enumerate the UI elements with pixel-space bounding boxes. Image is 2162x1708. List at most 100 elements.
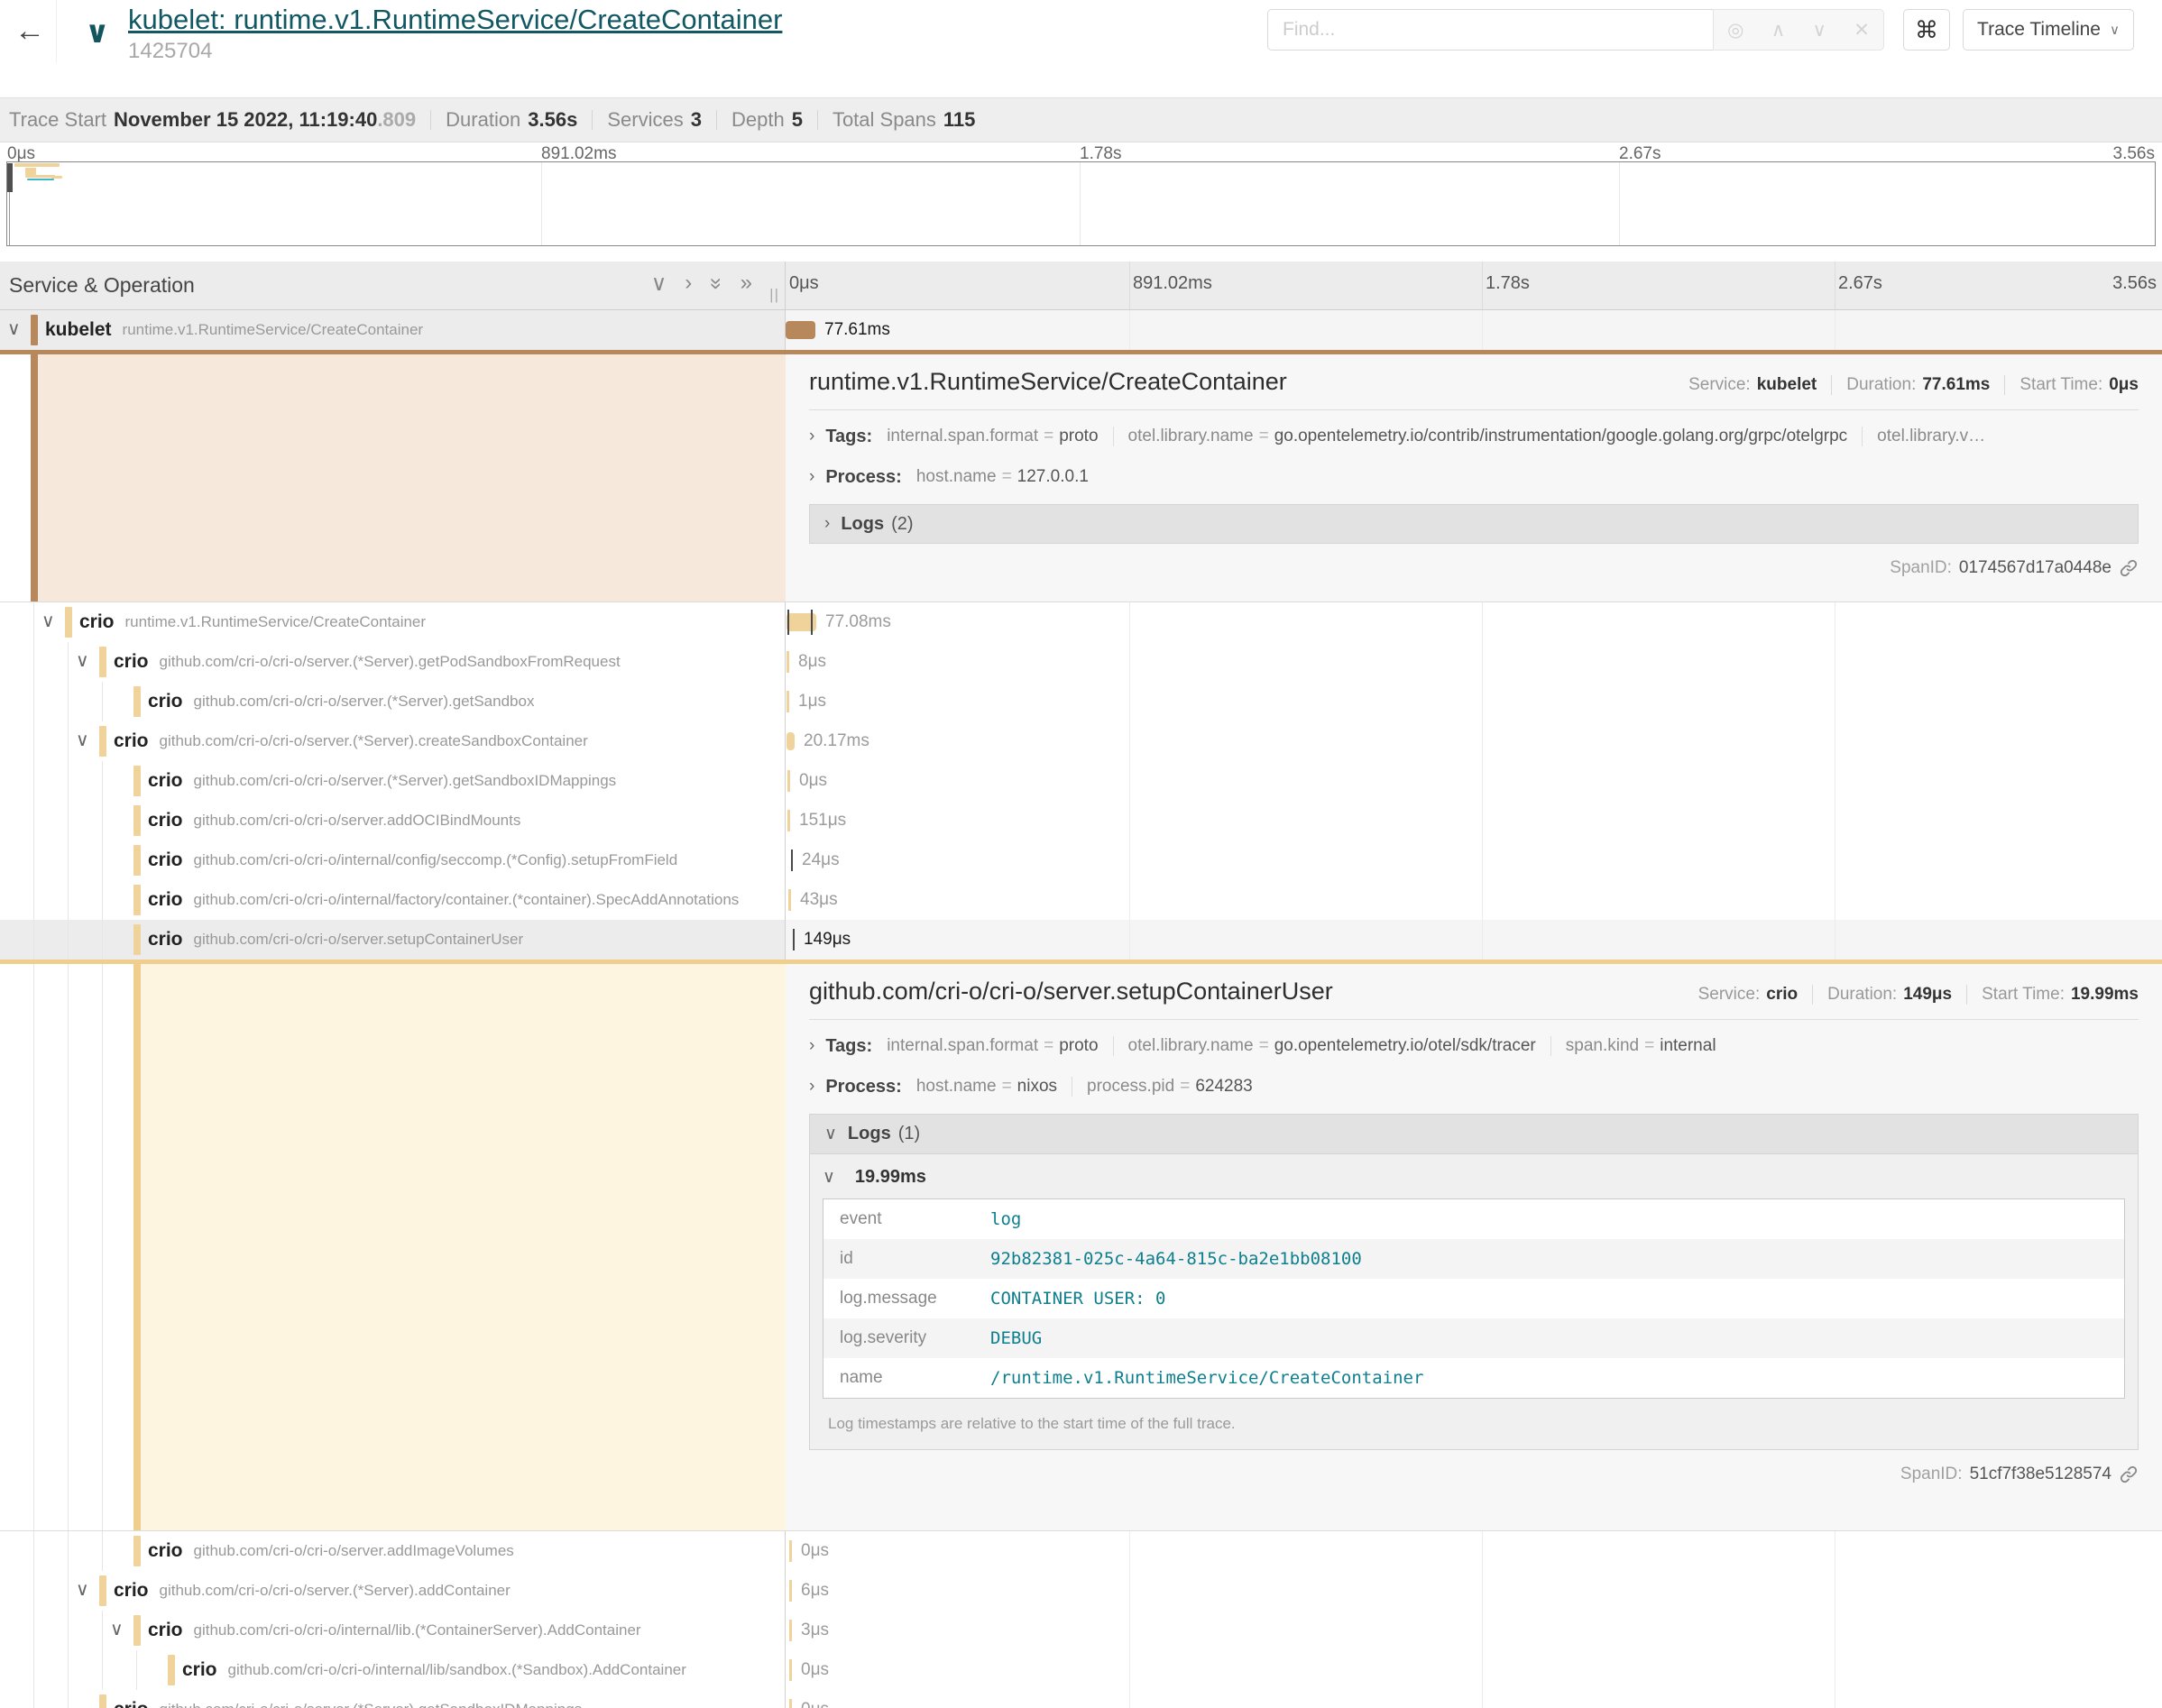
keyboard-shortcuts-button[interactable]: ⌘ xyxy=(1903,9,1950,51)
span-name-cell[interactable]: criogithub.com/cri-o/cri-o/internal/conf… xyxy=(0,840,786,880)
view-selector-button[interactable]: Trace Timeline ∨ xyxy=(1963,9,2134,51)
span-name-cell[interactable]: ∨crioruntime.v1.RuntimeService/CreateCon… xyxy=(0,602,786,642)
span-row[interactable]: criogithub.com/cri-o/cri-o/internal/conf… xyxy=(0,840,2162,880)
span-name-cell[interactable]: ∨criogithub.com/cri-o/cri-o/internal/lib… xyxy=(0,1611,786,1650)
tag-item: otel.library.name=go.opentelemetry.io/ot… xyxy=(1114,1036,1551,1056)
chevron-right-icon: › xyxy=(809,427,814,446)
copy-link-icon[interactable] xyxy=(2119,558,2139,578)
timeline-gridline xyxy=(1482,642,1483,682)
tags-accordion[interactable]: › Tags: internal.span.format=protootel.l… xyxy=(809,422,2139,451)
span-row[interactable]: ∨criogithub.com/cri-o/cri-o/internal/lib… xyxy=(0,1611,2162,1650)
span-duration-bar[interactable] xyxy=(787,770,790,792)
span-duration-bar[interactable] xyxy=(789,1580,792,1602)
span-name-cell[interactable]: criogithub.com/cri-o/cri-o/internal/fact… xyxy=(0,880,786,920)
next-result-icon[interactable]: ∨ xyxy=(1813,19,1826,41)
process-accordion[interactable]: › Process: host.name=nixosprocess.pid=62… xyxy=(809,1072,2139,1101)
span-name-cell[interactable]: criogithub.com/cri-o/cri-o/server.addOCI… xyxy=(0,801,786,840)
span-duration-bar[interactable] xyxy=(789,1540,792,1562)
span-timeline-cell[interactable]: 43μs xyxy=(786,880,2162,920)
trace-start-ms: .809 xyxy=(377,108,416,132)
expand-chevron-icon[interactable]: ∨ xyxy=(76,1578,89,1601)
collapse-one-icon[interactable]: ∨ xyxy=(651,271,667,297)
span-name-cell[interactable]: criogithub.com/cri-o/cri-o/server.addIma… xyxy=(0,1531,786,1571)
span-duration-bar[interactable] xyxy=(789,1620,792,1641)
spanid-label: SpanID: xyxy=(1900,1465,1963,1484)
span-row[interactable]: criogithub.com/cri-o/cri-o/server.(*Serv… xyxy=(0,761,2162,801)
span-timeline-cell[interactable]: 151μs xyxy=(786,801,2162,840)
clear-search-icon[interactable]: ✕ xyxy=(1854,19,1870,41)
span-name-cell[interactable]: criogithub.com/cri-o/cri-o/server.(*Serv… xyxy=(0,682,786,721)
span-timeline-cell[interactable]: 8μs xyxy=(786,642,2162,682)
span-name-cell[interactable]: criogithub.com/cri-o/cri-o/server.(*Serv… xyxy=(0,761,786,801)
span-duration-bar[interactable] xyxy=(787,651,789,673)
tags-accordion[interactable]: › Tags: internal.span.format=protootel.l… xyxy=(809,1032,2139,1061)
span-name-cell[interactable]: ∨criogithub.com/cri-o/cri-o/server.(*Ser… xyxy=(0,721,786,761)
span-timeline-cell[interactable]: 6μs xyxy=(786,1571,2162,1611)
logs-accordion[interactable]: ∨ Logs (1) xyxy=(810,1115,2138,1154)
span-row[interactable]: criogithub.com/cri-o/cri-o/server.(*Serv… xyxy=(0,1690,2162,1708)
timeline-gridline xyxy=(1482,310,1483,350)
span-duration-bar[interactable] xyxy=(788,889,791,911)
span-timeline-cell[interactable]: 1μs xyxy=(786,682,2162,721)
span-row[interactable]: criogithub.com/cri-o/cri-o/server.setupC… xyxy=(0,920,2162,960)
span-name-cell[interactable]: ∨kubeletruntime.v1.RuntimeService/Create… xyxy=(0,310,786,350)
span-duration-bar[interactable] xyxy=(786,321,815,339)
detail-left-gutter xyxy=(0,350,786,601)
span-timeline-cell[interactable]: 3μs xyxy=(786,1611,2162,1650)
span-duration-bar[interactable] xyxy=(791,849,793,871)
log-entry-header[interactable]: ∨ 19.99ms xyxy=(823,1167,2125,1188)
span-timeline-cell[interactable]: 0μs xyxy=(786,1690,2162,1708)
process-accordion[interactable]: › Process: host.name=127.0.0.1 xyxy=(809,463,2139,491)
span-timeline-cell[interactable]: 77.08ms xyxy=(786,602,2162,642)
span-timeline-cell[interactable]: 0μs xyxy=(786,1531,2162,1571)
minimap-scrubber-handle[interactable] xyxy=(7,163,13,192)
copy-link-icon[interactable] xyxy=(2119,1465,2139,1484)
expand-chevron-icon[interactable]: ∨ xyxy=(41,610,55,632)
locate-icon[interactable]: ◎ xyxy=(1727,19,1743,41)
find-input[interactable] xyxy=(1267,9,1713,51)
back-arrow-icon[interactable]: ← xyxy=(14,13,45,49)
span-name-cell[interactable]: criogithub.com/cri-o/cri-o/server.setupC… xyxy=(0,920,786,960)
span-name-cell[interactable]: criogithub.com/cri-o/cri-o/internal/lib/… xyxy=(0,1650,786,1690)
span-duration-bar[interactable] xyxy=(787,732,795,750)
column-resize-grip[interactable]: || xyxy=(769,286,779,304)
expand-one-icon[interactable]: › xyxy=(685,271,692,297)
expand-chevron-icon[interactable]: ∨ xyxy=(76,649,89,672)
trace-title-link[interactable]: kubelet: runtime.v1.RuntimeService/Creat… xyxy=(128,4,782,36)
span-duration-bar[interactable] xyxy=(787,691,789,712)
span-timeline-cell[interactable]: 77.61ms xyxy=(786,310,2162,350)
span-name-cell[interactable]: ∨criogithub.com/cri-o/cri-o/server.(*Ser… xyxy=(0,1571,786,1611)
span-row[interactable]: criogithub.com/cri-o/cri-o/server.addOCI… xyxy=(0,801,2162,840)
expand-all-icon[interactable]: » xyxy=(741,271,752,297)
prev-result-icon[interactable]: ∧ xyxy=(1771,19,1785,41)
trace-collapse-chevron-icon[interactable]: ∨ xyxy=(85,14,110,51)
span-timeline-cell[interactable]: 0μs xyxy=(786,1650,2162,1690)
span-row[interactable]: criogithub.com/cri-o/cri-o/server.(*Serv… xyxy=(0,682,2162,721)
minimap-canvas[interactable] xyxy=(6,161,2156,246)
span-timeline-cell[interactable]: 20.17ms xyxy=(786,721,2162,761)
span-row[interactable]: ∨crioruntime.v1.RuntimeService/CreateCon… xyxy=(0,602,2162,642)
span-timeline-cell[interactable]: 0μs xyxy=(786,761,2162,801)
span-duration-bar[interactable] xyxy=(793,929,795,950)
span-duration-bar[interactable] xyxy=(789,1699,792,1708)
chevron-right-icon: › xyxy=(809,1036,814,1056)
expand-chevron-icon[interactable]: ∨ xyxy=(110,1618,124,1640)
span-row[interactable]: ∨criogithub.com/cri-o/cri-o/server.(*Ser… xyxy=(0,1571,2162,1611)
collapse-all-icon[interactable]: » xyxy=(703,278,729,289)
tag-value: nixos xyxy=(1017,1077,1057,1096)
span-duration-bar[interactable] xyxy=(789,1659,792,1681)
span-row[interactable]: ∨kubeletruntime.v1.RuntimeService/Create… xyxy=(0,310,2162,350)
span-row[interactable]: ∨criogithub.com/cri-o/cri-o/server.(*Ser… xyxy=(0,642,2162,682)
span-row[interactable]: criogithub.com/cri-o/cri-o/server.addIma… xyxy=(0,1531,2162,1571)
span-duration-bar[interactable] xyxy=(787,810,790,831)
span-row[interactable]: ∨criogithub.com/cri-o/cri-o/server.(*Ser… xyxy=(0,721,2162,761)
span-name-cell[interactable]: ∨criogithub.com/cri-o/cri-o/server.(*Ser… xyxy=(0,642,786,682)
span-timeline-cell[interactable]: 24μs xyxy=(786,840,2162,880)
span-row[interactable]: criogithub.com/cri-o/cri-o/internal/lib/… xyxy=(0,1650,2162,1690)
expand-chevron-icon[interactable]: ∨ xyxy=(76,729,89,751)
logs-accordion[interactable]: › Logs (2) xyxy=(809,504,2139,544)
span-row[interactable]: criogithub.com/cri-o/cri-o/internal/fact… xyxy=(0,880,2162,920)
span-name-cell[interactable]: criogithub.com/cri-o/cri-o/server.(*Serv… xyxy=(0,1690,786,1708)
span-timeline-cell[interactable]: 149μs xyxy=(786,920,2162,960)
expand-chevron-icon[interactable]: ∨ xyxy=(7,317,21,340)
